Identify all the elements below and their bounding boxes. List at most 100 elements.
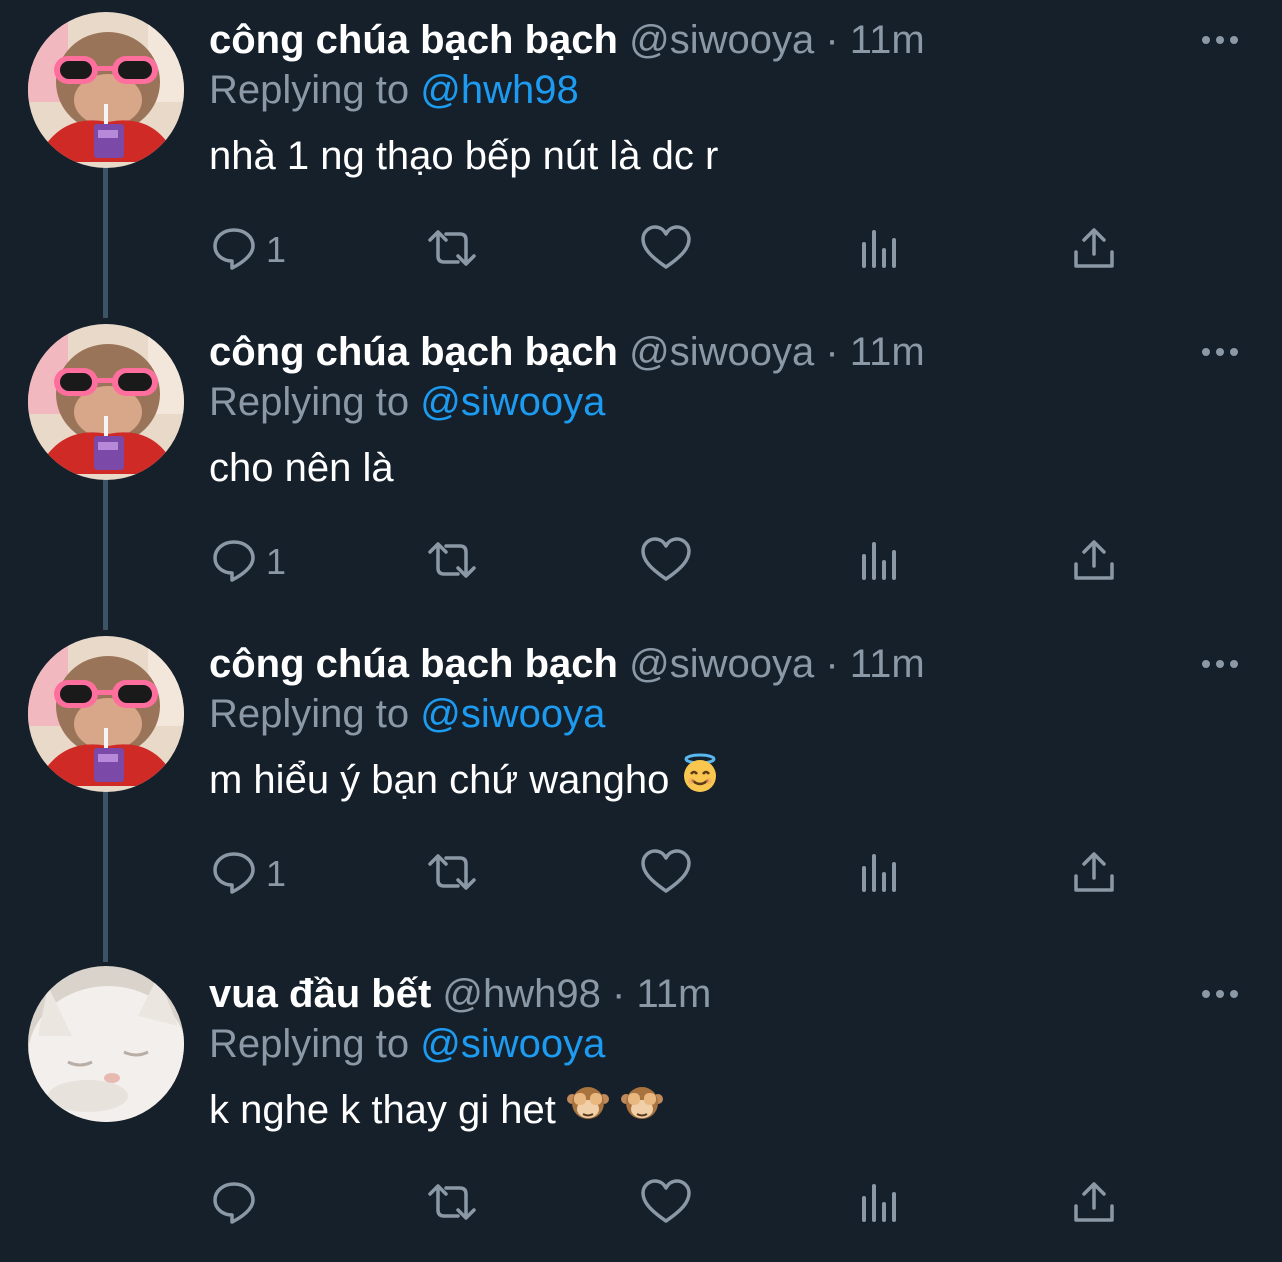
display-name[interactable]: vua đầu bết xyxy=(209,972,431,1016)
share-icon xyxy=(1070,848,1118,901)
views-icon xyxy=(858,848,902,901)
reply-icon xyxy=(210,536,258,589)
like-button[interactable] xyxy=(640,1174,692,1234)
tweet-actions xyxy=(0,1174,1282,1234)
views-icon xyxy=(858,1178,902,1231)
tweet-actions: 1 xyxy=(0,532,1282,592)
smiling-face-with-halo-emoji xyxy=(679,752,721,809)
reply-count: 1 xyxy=(266,853,287,894)
reply-button[interactable]: 1 xyxy=(210,532,286,592)
retweet-button[interactable] xyxy=(422,220,482,280)
mention-link[interactable]: @siwooya xyxy=(420,380,605,424)
tweet-text-content: m hiểu ý bạn chứ wangho xyxy=(209,758,670,802)
separator-dot: · xyxy=(612,972,626,1016)
retweet-button[interactable] xyxy=(422,1174,482,1234)
avatar[interactable] xyxy=(28,324,184,480)
more-icon xyxy=(1198,660,1242,680)
tweet-header: công chúa bạch bạch @siwooya · 11m xyxy=(209,636,925,692)
avatar[interactable] xyxy=(28,636,184,792)
share-button[interactable] xyxy=(1070,532,1118,592)
user-handle[interactable]: @siwooya xyxy=(629,330,814,374)
reply-button[interactable]: 1 xyxy=(210,220,286,280)
views-button[interactable] xyxy=(858,532,902,592)
replying-to: Replying to @siwooya xyxy=(209,1018,605,1070)
more-options-button[interactable] xyxy=(1198,982,1242,1006)
tweet-text-content: k nghe k thay gi het xyxy=(209,1088,556,1132)
reply-icon xyxy=(210,224,258,277)
tweet-text: k nghe k thay gi het xyxy=(209,1082,664,1138)
separator-dot: · xyxy=(825,642,839,686)
like-button[interactable] xyxy=(640,844,692,904)
share-icon xyxy=(1070,1178,1118,1231)
heart-icon xyxy=(640,536,692,589)
tweet-text: cho nên là xyxy=(209,440,394,496)
retweet-icon xyxy=(422,848,482,901)
tweet-header: công chúa bạch bạch @siwooya · 11m xyxy=(209,12,925,68)
retweet-icon xyxy=(422,224,482,277)
separator-dot: · xyxy=(825,330,839,374)
like-button[interactable] xyxy=(640,532,692,592)
more-options-button[interactable] xyxy=(1198,28,1242,52)
heart-icon xyxy=(640,848,692,901)
tweet-text: nhà 1 ng thạo bếp nút là dc r xyxy=(209,128,718,184)
replying-to-label: Replying to xyxy=(209,1022,410,1066)
views-button[interactable] xyxy=(858,220,902,280)
reply-count: 1 xyxy=(266,229,287,270)
reply-icon xyxy=(210,1178,258,1231)
tweet-text-content: cho nên là xyxy=(209,446,394,490)
reply-icon xyxy=(210,848,258,901)
share-button[interactable] xyxy=(1070,1174,1118,1234)
timestamp[interactable]: 11m xyxy=(636,972,711,1016)
more-options-button[interactable] xyxy=(1198,652,1242,676)
retweet-button[interactable] xyxy=(422,844,482,904)
timestamp[interactable]: 11m xyxy=(850,642,925,686)
timestamp[interactable]: 11m xyxy=(850,330,925,374)
more-icon xyxy=(1198,348,1242,368)
display-name[interactable]: công chúa bạch bạch xyxy=(209,642,618,686)
tweet-actions: 1 xyxy=(0,220,1282,280)
retweet-button[interactable] xyxy=(422,532,482,592)
heart-icon xyxy=(640,1178,692,1231)
more-icon xyxy=(1198,36,1242,56)
retweet-icon xyxy=(422,1178,482,1231)
mention-link[interactable]: @siwooya xyxy=(420,1022,605,1066)
views-button[interactable] xyxy=(858,1174,902,1234)
avatar[interactable] xyxy=(28,966,184,1122)
views-icon xyxy=(858,536,902,589)
tweet-actions: 1 xyxy=(0,844,1282,904)
see-no-evil-monkey-emoji xyxy=(620,1081,664,1140)
like-button[interactable] xyxy=(640,220,692,280)
display-name[interactable]: công chúa bạch bạch xyxy=(209,18,618,62)
user-handle[interactable]: @siwooya xyxy=(629,642,814,686)
share-button[interactable] xyxy=(1070,844,1118,904)
user-handle[interactable]: @hwh98 xyxy=(442,972,600,1016)
replying-to: Replying to @siwooya xyxy=(209,688,605,740)
replying-to: Replying to @siwooya xyxy=(209,376,605,428)
reply-button[interactable] xyxy=(210,1174,266,1234)
tweet-text-content: nhà 1 ng thạo bếp nút là dc r xyxy=(209,134,719,178)
avatar[interactable] xyxy=(28,12,184,168)
replying-to-label: Replying to xyxy=(209,380,410,424)
replying-to-label: Replying to xyxy=(209,692,410,736)
user-handle[interactable]: @siwooya xyxy=(629,18,814,62)
heart-icon xyxy=(640,224,692,277)
more-icon xyxy=(1198,990,1242,1010)
display-name[interactable]: công chúa bạch bạch xyxy=(209,330,618,374)
reply-button[interactable]: 1 xyxy=(210,844,286,904)
tweet-text: m hiểu ý bạn chứ wangho xyxy=(209,752,721,808)
mention-link[interactable]: @hwh98 xyxy=(420,68,578,112)
share-icon xyxy=(1070,536,1118,589)
tweet-header: vua đầu bết @hwh98 · 11m xyxy=(209,966,711,1022)
share-icon xyxy=(1070,224,1118,277)
views-button[interactable] xyxy=(858,844,902,904)
share-button[interactable] xyxy=(1070,220,1118,280)
timestamp[interactable]: 11m xyxy=(850,18,925,62)
tweet-header: công chúa bạch bạch @siwooya · 11m xyxy=(209,324,925,380)
mention-link[interactable]: @siwooya xyxy=(420,692,605,736)
retweet-icon xyxy=(422,536,482,589)
views-icon xyxy=(858,224,902,277)
replying-to-label: Replying to xyxy=(209,68,410,112)
see-no-evil-monkey-emoji xyxy=(566,1081,610,1140)
more-options-button[interactable] xyxy=(1198,340,1242,364)
reply-count: 1 xyxy=(266,541,287,582)
